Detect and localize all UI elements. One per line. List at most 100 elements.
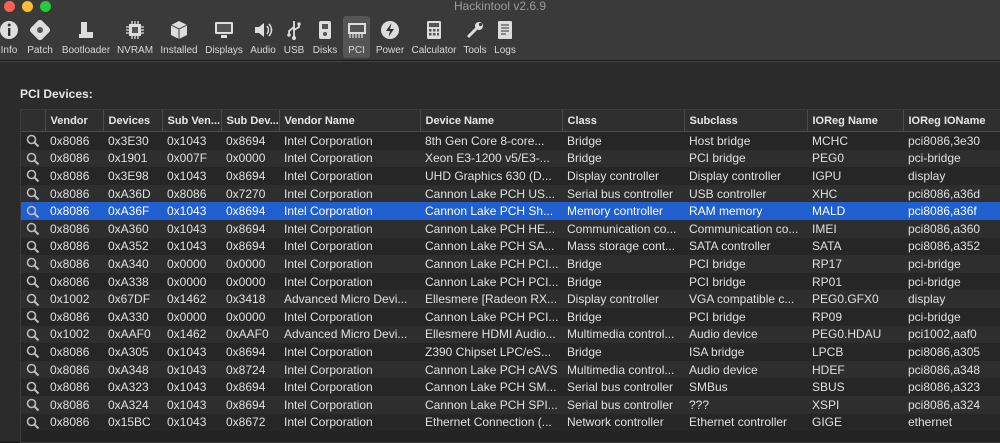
- table-row[interactable]: 0x8086 0xA323 0x1043 0x8694 Intel Corporatio…: [21, 378, 1000, 396]
- table-cell: 0x1462: [167, 327, 207, 342]
- table-row[interactable]: 0x8086 0x15BC 0x1043 0x8672 Intel Corporatio…: [21, 413, 1000, 432]
- table-row[interactable]: 0x8086 0xA330 0x0000 0x0000 Intel Corporatio…: [21, 307, 1000, 326]
- table-row[interactable]: 0x1002 0x67DF 0x1462 0x3418 Advanced Micro D…: [21, 290, 1000, 308]
- table-cell: 0x0000: [226, 274, 266, 289]
- magnifier-icon[interactable]: [21, 150, 45, 168]
- magnifier-icon[interactable]: [21, 167, 45, 185]
- table-cell: 0x8694: [226, 204, 266, 219]
- table-cell: Intel Corporation: [284, 133, 373, 148]
- table-cell: Intel Corporation: [284, 344, 373, 359]
- table-cell: 0x8694: [226, 221, 266, 236]
- box-icon: [167, 18, 191, 42]
- magnifier-icon[interactable]: [21, 414, 45, 432]
- table-cell: Communication co...: [567, 221, 677, 236]
- table-row[interactable]: 0x8086 0x3E30 0x1043 0x8694 Intel Corporatio…: [21, 131, 1000, 150]
- magnifier-icon[interactable]: [21, 378, 45, 396]
- toolbar-calculator-button[interactable]: Calculator: [410, 16, 458, 58]
- table-cell: 0x8694: [226, 239, 266, 254]
- speaker-icon: [251, 18, 275, 42]
- magnifier-icon[interactable]: [21, 290, 45, 308]
- magnifier-icon[interactable]: [21, 238, 45, 256]
- table-cell: Serial bus controller: [567, 186, 674, 201]
- toolbar-tools-button[interactable]: Tools: [461, 16, 489, 58]
- magnifier-icon[interactable]: [21, 273, 45, 291]
- table-row[interactable]: 0x8086 0xA36F 0x1043 0x8694 Intel Corporatio…: [21, 202, 1000, 220]
- table-row[interactable]: 0x8086 0xA338 0x0000 0x0000 Intel Corporatio…: [21, 272, 1000, 291]
- magnifier-icon[interactable]: [21, 308, 45, 326]
- magnifier-icon[interactable]: [21, 255, 45, 273]
- table-row[interactable]: 0x1002 0xAAF0 0x1462 0xAAF0 Advanced Micro D…: [21, 325, 1000, 344]
- column-header[interactable]: Vendor Name: [279, 110, 421, 132]
- pci-panel: PCI Devices: Vendor Devices Sub Ven... Sub …: [0, 61, 1000, 443]
- pci-devices-table[interactable]: Vendor Devices Sub Ven... Sub Dev... Vendor …: [20, 109, 1000, 443]
- table-cell: 0x0000: [226, 256, 266, 271]
- table-cell: ethernet: [908, 415, 953, 430]
- table-cell: RP09: [812, 309, 843, 324]
- table-row[interactable]: 0x8086 0xA36D 0x8086 0x7270 Intel Corporatio…: [21, 184, 1000, 203]
- table-row[interactable]: 0x8086 0xA340 0x0000 0x0000 Intel Corporatio…: [21, 255, 1000, 273]
- toolbar-patch-button[interactable]: Patch: [22, 16, 58, 58]
- magnifier-icon[interactable]: [21, 132, 45, 150]
- toolbar-disks-button[interactable]: Disks: [309, 16, 341, 58]
- toolbar-power-button[interactable]: Power: [372, 16, 408, 58]
- table-cell: PCI bridge: [689, 151, 746, 166]
- table-cell: 0x0000: [226, 309, 266, 324]
- magnifier-icon[interactable]: [21, 326, 45, 344]
- column-header[interactable]: [21, 110, 46, 132]
- column-header[interactable]: IOReg Name: [807, 110, 904, 132]
- magnifier-icon[interactable]: [21, 343, 45, 361]
- calculator-icon: [422, 18, 446, 42]
- magnifier-icon[interactable]: [21, 185, 45, 203]
- toolbar-bootloader-button[interactable]: Bootloader: [58, 16, 114, 58]
- column-header[interactable]: IOReg IOName: [903, 110, 1000, 132]
- table-row[interactable]: 0x8086 0xA305 0x1043 0x8694 Intel Corporatio…: [21, 343, 1000, 361]
- toolbar-pci-button[interactable]: PCI: [343, 16, 370, 58]
- toolbar-info-button[interactable]: Info: [0, 16, 22, 58]
- column-header[interactable]: Devices: [103, 110, 163, 132]
- column-header[interactable]: Subclass: [684, 110, 808, 132]
- table-cell: 8th Gen Core 8-core...: [425, 133, 545, 148]
- column-header[interactable]: Sub Dev...: [221, 110, 280, 132]
- toolbar-installed-button[interactable]: Installed: [157, 16, 201, 58]
- table-row[interactable]: 0x8086 0xA324 0x1043 0x8694 Intel Corporatio…: [21, 395, 1000, 414]
- table-cell: 0x8694: [226, 380, 266, 395]
- table-cell: 0x8672: [226, 415, 266, 430]
- toolbar-audio-button[interactable]: Audio: [247, 16, 279, 58]
- magnifier-icon[interactable]: [21, 396, 45, 414]
- table-cell: Display controller: [689, 168, 782, 183]
- toolbar-logs-button[interactable]: Logs: [492, 16, 518, 58]
- table-cell: 0xA36D: [108, 186, 151, 201]
- column-header[interactable]: Device Name: [420, 110, 563, 132]
- table-row[interactable]: 0x8086 0xA360 0x1043 0x8694 Intel Corporatio…: [21, 219, 1000, 238]
- table-cell: pci8086,a324: [908, 397, 981, 412]
- magnifier-icon[interactable]: [21, 361, 45, 379]
- magnifier-icon[interactable]: [21, 202, 45, 220]
- toolbar-nvram-button[interactable]: NVRAM: [116, 16, 154, 58]
- column-header[interactable]: Sub Ven...: [162, 110, 222, 132]
- table-cell: Intel Corporation: [284, 380, 373, 395]
- table-cell: 0xA305: [108, 344, 149, 359]
- table-row[interactable]: 0x8086 0x1901 0x007F 0x0000 Intel Corporatio…: [21, 149, 1000, 168]
- table-cell: 0x3E30: [108, 133, 149, 148]
- column-header[interactable]: Class: [562, 110, 685, 132]
- magnifier-icon[interactable]: [21, 220, 45, 238]
- table-row[interactable]: 0x8086 0x3E98 0x1043 0x8694 Intel Corporatio…: [21, 167, 1000, 185]
- table-cell: 0x3E98: [108, 168, 149, 183]
- table-cell: Cannon Lake PCH Sh...: [425, 204, 554, 219]
- table-cell: XSPI: [812, 397, 840, 412]
- table-cell: pci8086,a348: [908, 362, 981, 377]
- table-cell: 0xA348: [108, 362, 149, 377]
- table-cell: Communication co...: [689, 221, 799, 236]
- table-cell: 0x1043: [167, 362, 207, 377]
- table-cell: Multimedia control...: [567, 362, 675, 377]
- table-cell: Display controller: [567, 292, 660, 307]
- column-header[interactable]: Vendor: [45, 110, 104, 132]
- table-row[interactable]: 0x8086 0xA352 0x1043 0x8694 Intel Corporatio…: [21, 237, 1000, 256]
- toolbar: Info Patch Bootloader NVRAM Installed Display…: [0, 14, 1000, 61]
- toolbar-label: Patch: [27, 45, 53, 56]
- toolbar-displays-button[interactable]: Displays: [203, 16, 245, 58]
- table-cell: 0x8086: [50, 274, 90, 289]
- toolbar-usb-button[interactable]: USB: [281, 16, 307, 58]
- table-cell: RP01: [812, 274, 843, 289]
- table-row[interactable]: 0x8086 0xA348 0x1043 0x8724 Intel Corporatio…: [21, 360, 1000, 379]
